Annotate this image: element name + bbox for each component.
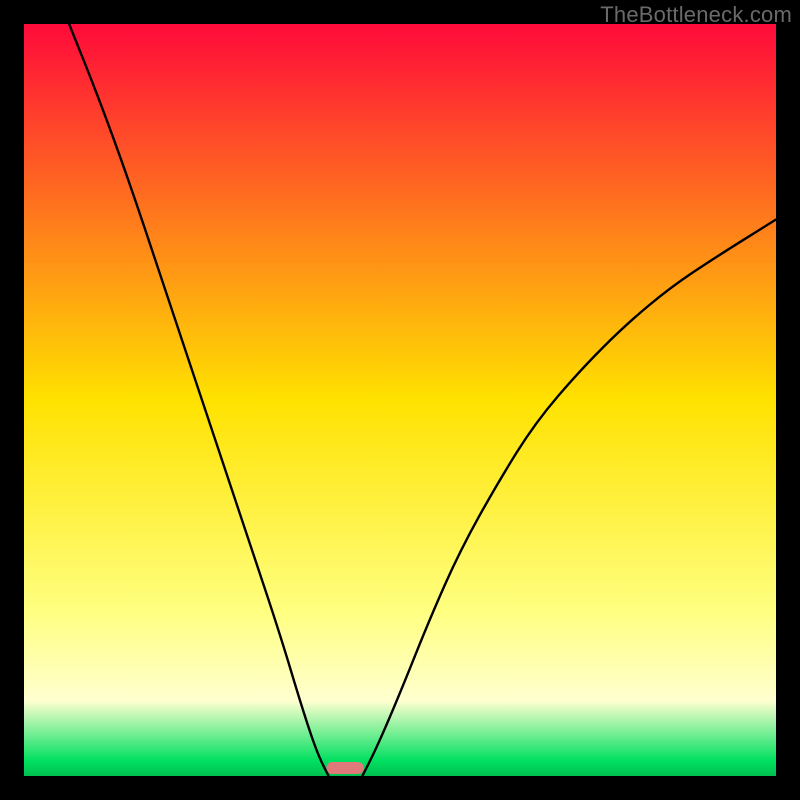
chart-background [24, 24, 776, 776]
chart-svg [24, 24, 776, 776]
chart-frame [24, 24, 776, 776]
bottleneck-marker [326, 762, 364, 774]
watermark-text: TheBottleneck.com [600, 2, 792, 28]
